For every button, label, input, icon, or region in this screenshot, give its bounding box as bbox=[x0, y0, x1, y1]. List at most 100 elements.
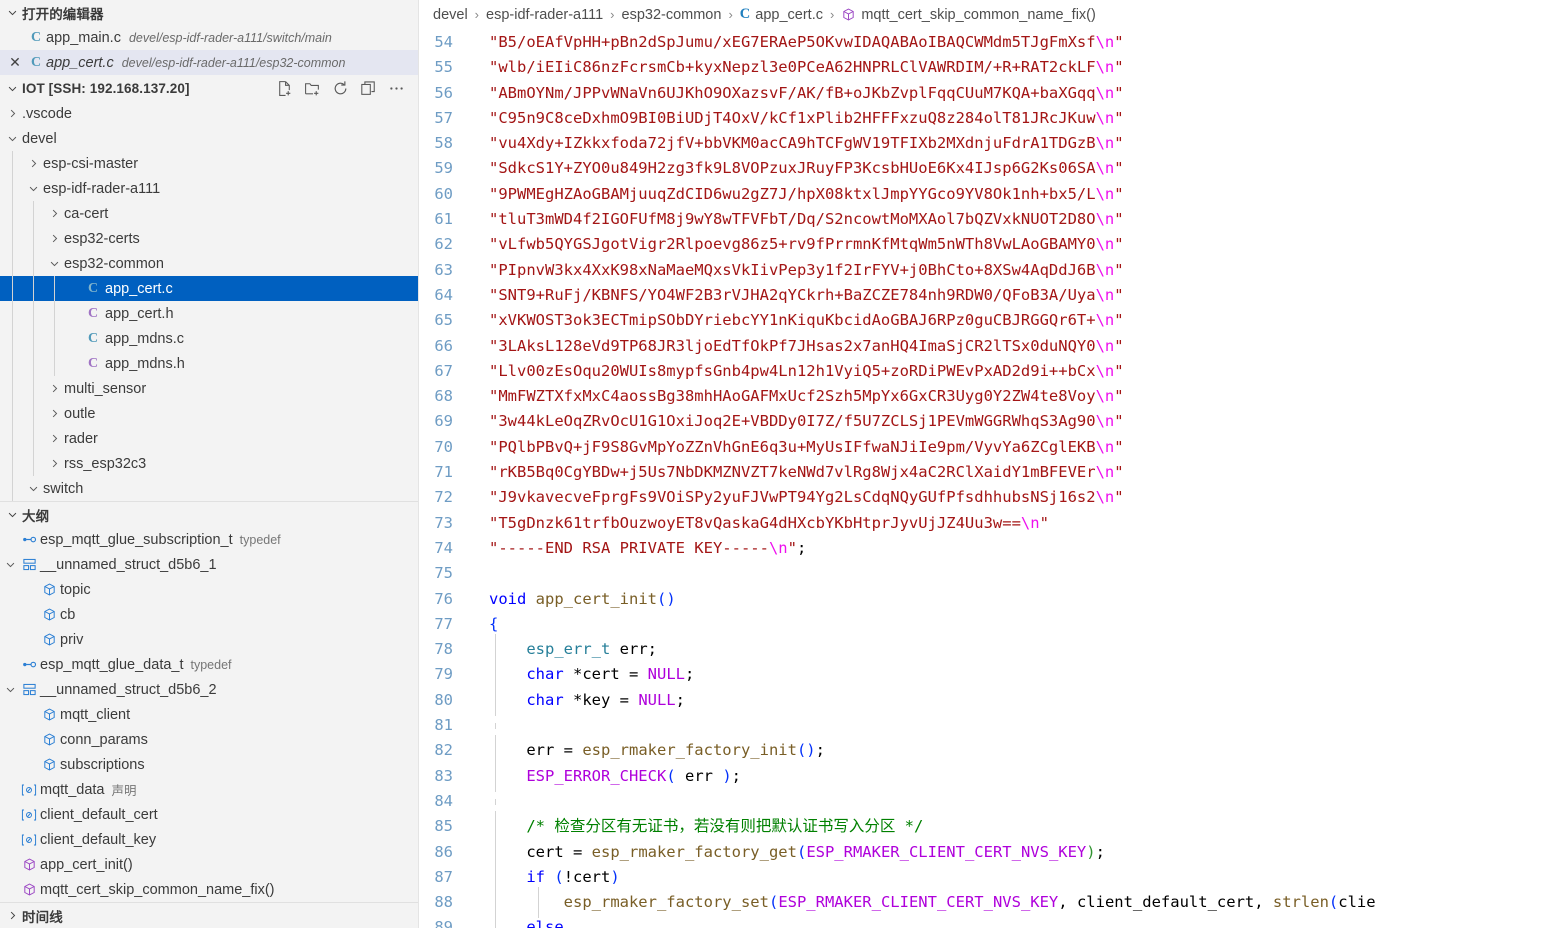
outline-item[interactable]: client_default_key bbox=[0, 827, 418, 852]
outline-list: esp_mqtt_glue_subscription_t typedef __unn… bbox=[0, 527, 418, 902]
outline-header[interactable]: 大纲 bbox=[0, 502, 418, 527]
code-line-text: /* 检查分区有无证书，若没有则把默认证书写入分区 */ bbox=[475, 811, 923, 843]
chevron-right-icon[interactable] bbox=[46, 208, 62, 219]
tree-item-outle[interactable]: outle bbox=[0, 401, 418, 426]
chevron-down-icon[interactable] bbox=[25, 183, 41, 194]
outline-item[interactable]: __unnamed_struct_d5b6_1 bbox=[0, 552, 418, 577]
breadcrumb-item[interactable]: esp-idf-rader-a111 bbox=[486, 7, 603, 23]
breadcrumb-item[interactable]: Capp_cert.c bbox=[740, 6, 823, 23]
code-token: "rKB5Bq0CgYBDw+j5Us7NbDKMZNVZT7keNWd7vlR… bbox=[489, 463, 1096, 482]
code-token: ; bbox=[675, 690, 685, 709]
chevron-right-icon[interactable] bbox=[4, 108, 20, 119]
outline-item[interactable]: topic bbox=[0, 577, 418, 602]
more-actions-icon[interactable] bbox=[388, 80, 405, 97]
code-token: " bbox=[1114, 488, 1124, 507]
tree-item-label: esp32-common bbox=[64, 255, 164, 272]
outline-item[interactable]: mqtt_client bbox=[0, 702, 418, 727]
outline-item[interactable]: priv bbox=[0, 627, 418, 652]
code-token: " bbox=[1114, 210, 1124, 229]
method-icon bbox=[841, 7, 856, 22]
tree-item-app-cert-h[interactable]: Capp_cert.h bbox=[0, 301, 418, 326]
outline-item[interactable]: cb bbox=[0, 602, 418, 627]
chevron-right-icon[interactable] bbox=[46, 383, 62, 394]
outline-item[interactable]: conn_params bbox=[0, 727, 418, 752]
c-file-icon: C bbox=[30, 29, 42, 45]
tree-item-rader[interactable]: rader bbox=[0, 426, 418, 451]
code-token: " bbox=[1039, 513, 1049, 532]
chevron-right-icon[interactable] bbox=[46, 433, 62, 444]
method-icon bbox=[18, 882, 40, 897]
tree-item-rss-esp32c3[interactable]: rss_esp32c3 bbox=[0, 451, 418, 476]
breadcrumb-item[interactable]: devel bbox=[433, 7, 468, 23]
chevron-down-icon[interactable] bbox=[4, 133, 20, 144]
new-folder-icon[interactable] bbox=[304, 80, 321, 97]
code-token: ) bbox=[1086, 842, 1096, 861]
breadcrumb-separator: › bbox=[474, 7, 480, 22]
code-token: "MmFWZTXfxMxC4aossBg38mhHAoGAFMxUcf2Szh5… bbox=[489, 387, 1096, 406]
tree-item-esp-idf-rader-a111[interactable]: esp-idf-rader-a111 bbox=[0, 176, 418, 201]
outline-item[interactable]: esp_mqtt_glue_data_t typedef bbox=[0, 652, 418, 677]
tree-item-label: esp32-certs bbox=[64, 230, 140, 247]
breadcrumb: devel › esp-idf-rader-a111 › esp32-common › Ca… bbox=[419, 0, 1547, 30]
new-file-icon[interactable] bbox=[276, 80, 293, 97]
outline-item[interactable]: mqtt_data 声明 bbox=[0, 777, 418, 802]
code-content[interactable]: 54 "B5/oEAfVpHH+pBn2dSpJumu/xEG7ERAeP5OKv… bbox=[419, 30, 1547, 928]
open-editor-path: devel/esp-idf-rader-a111/switch/main bbox=[128, 30, 332, 45]
explorer-header[interactable]: IOT [SSH: 192.168.137.20] bbox=[0, 76, 418, 101]
breadcrumb-item[interactable]: mqtt_cert_skip_common_name_fix() bbox=[841, 7, 1096, 23]
tree-item-switch[interactable]: switch bbox=[0, 476, 418, 501]
tree-item-ca-cert[interactable]: ca-cert bbox=[0, 201, 418, 226]
outline-item[interactable]: mqtt_cert_skip_common_name_fix() bbox=[0, 877, 418, 902]
chevron-right-icon[interactable] bbox=[46, 233, 62, 244]
open-editor-item[interactable]: Capp_main.c devel/esp-idf-rader-a111/swit… bbox=[0, 25, 418, 50]
code-token: "PIpnvW3kx4XxK98xNaMaeMQxsVkIivPep3y1f2I… bbox=[489, 260, 1096, 279]
breadcrumb-label: app_cert.c bbox=[755, 6, 823, 23]
open-editor-item[interactable]: ✕ Capp_cert.c devel/esp-idf-rader-a111/esp… bbox=[0, 50, 418, 75]
tree-item-label: app_mdns.h bbox=[105, 355, 185, 372]
timeline-header[interactable]: 时间线 bbox=[0, 903, 418, 928]
refresh-icon[interactable] bbox=[332, 80, 349, 97]
indent-guide bbox=[54, 351, 55, 376]
tree-item-esp32-certs[interactable]: esp32-certs bbox=[0, 226, 418, 251]
outline-item[interactable]: __unnamed_struct_d5b6_2 bbox=[0, 677, 418, 702]
code-token: strlen bbox=[1272, 893, 1329, 912]
outline-item[interactable]: app_cert_init() bbox=[0, 852, 418, 877]
collapse-all-icon[interactable] bbox=[360, 80, 377, 97]
sidebar: 打开的编辑器 Capp_main.c devel/esp-idf-rader-a1… bbox=[0, 0, 419, 928]
chevron-right-icon[interactable] bbox=[46, 458, 62, 469]
tree-item-devel[interactable]: devel bbox=[0, 126, 418, 151]
code-line: 62 "vLfwb5QYGSJgotVigr2Rlpoevg86z5+rv9fPr… bbox=[419, 232, 1547, 257]
open-editors-header[interactable]: 打开的编辑器 bbox=[0, 0, 418, 25]
outline-item[interactable]: esp_mqtt_glue_subscription_t typedef bbox=[0, 527, 418, 552]
code-token: \n bbox=[1095, 336, 1115, 355]
field-icon bbox=[38, 582, 60, 597]
tree-item-multi-sensor[interactable]: multi_sensor bbox=[0, 376, 418, 401]
chevron-right-icon[interactable] bbox=[25, 158, 41, 169]
tree-item-app-cert-c[interactable]: Capp_cert.c bbox=[0, 276, 418, 301]
code-token: \n bbox=[1095, 260, 1115, 279]
chevron-down-icon[interactable] bbox=[46, 258, 62, 269]
tree-item-label: ca-cert bbox=[64, 205, 109, 222]
tree-item-esp32-common[interactable]: esp32-common bbox=[0, 251, 418, 276]
code-line: 68 "MmFWZTXfxMxC4aossBg38mhHAoGAFMxUcf2Sz… bbox=[419, 384, 1547, 409]
code-line: 86 cert = esp_rmaker_factory_get(ESP_RMA… bbox=[419, 836, 1547, 868]
chevron-down-icon[interactable] bbox=[25, 483, 41, 494]
tree-item-esp-csi-master[interactable]: esp-csi-master bbox=[0, 151, 418, 176]
breadcrumb-item[interactable]: esp32-common bbox=[622, 7, 722, 23]
close-icon[interactable]: ✕ bbox=[4, 54, 26, 71]
code-token: ( bbox=[768, 893, 779, 912]
breadcrumb-separator: › bbox=[610, 7, 615, 22]
code-token: \n bbox=[1095, 83, 1115, 102]
outline-item[interactable]: client_default_cert bbox=[0, 802, 418, 827]
chevron-down-icon[interactable] bbox=[2, 559, 18, 570]
code-line: 73 "T5gDnzk61trfbOuzwoyET8vQaskaG4dHXcbYK… bbox=[419, 511, 1547, 536]
tree-item--vscode[interactable]: .vscode bbox=[0, 101, 418, 126]
chevron-right-icon[interactable] bbox=[46, 408, 62, 419]
code-token: \n bbox=[1095, 134, 1115, 153]
chevron-down-icon[interactable] bbox=[2, 684, 18, 695]
tree-item-app-mdns-h[interactable]: Capp_mdns.h bbox=[0, 351, 418, 376]
tree-item-app-mdns-c[interactable]: Capp_mdns.c bbox=[0, 326, 418, 351]
code-line-text: esp_err_t err; bbox=[475, 634, 657, 666]
outline-item[interactable]: subscriptions bbox=[0, 752, 418, 777]
code-token: \n bbox=[1095, 463, 1115, 482]
